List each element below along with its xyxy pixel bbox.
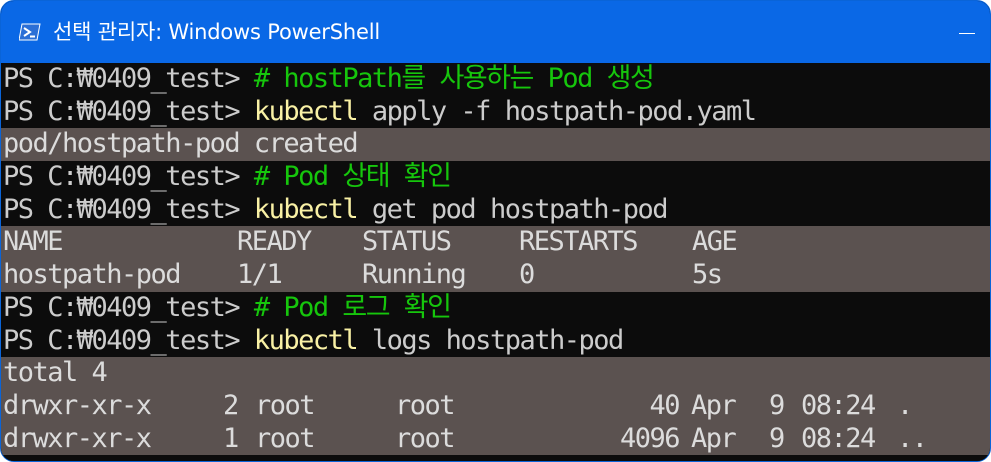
prompt: PS C:₩0409_test> bbox=[3, 161, 254, 193]
console-line-output: pod/hostpath-pod created bbox=[1, 128, 990, 162]
ls-owner: root bbox=[255, 422, 316, 454]
command-name: kubectl bbox=[253, 324, 359, 356]
minimize-icon bbox=[959, 33, 975, 34]
console-line-command: PS C:₩0409_test> kubectl logs hostpath-p… bbox=[1, 325, 990, 358]
ls-group: root bbox=[395, 422, 456, 454]
ls-day: 9 bbox=[769, 422, 785, 454]
minimize-button[interactable] bbox=[954, 23, 980, 43]
powershell-window: 선택 관리자: Windows PowerShell PS C:₩0409_te… bbox=[0, 0, 991, 462]
ls-time: 08:24 bbox=[801, 422, 876, 454]
ls-filename: .. bbox=[897, 422, 928, 454]
pod-name: hostpath-pod bbox=[3, 259, 182, 291]
ls-filename: . bbox=[897, 389, 913, 421]
pod-table-row: hostpath-pod 1/1 Running 0 5s bbox=[1, 259, 990, 292]
column-header-name: NAME bbox=[3, 226, 64, 258]
output-text: pod/hostpath-pod created bbox=[3, 128, 359, 160]
console-line-prompt: PS C:₩0409_test> # Pod 로그 확인 bbox=[1, 292, 990, 325]
command-name: kubectl bbox=[253, 193, 359, 225]
console-line-prompt: PS C:₩0409_test> # hostPath를 사용하는 Pod 생성 bbox=[1, 63, 990, 96]
ls-row: drwxr-xr-x 2 root root 40 Apr 9 08:24 . bbox=[1, 389, 990, 423]
prompt: PS C:₩0409_test> bbox=[3, 291, 254, 323]
comment-text: # hostPath를 사용하는 Pod 생성 bbox=[253, 63, 655, 94]
window-title: 선택 관리자: Windows PowerShell bbox=[53, 20, 380, 44]
ls-month: Apr bbox=[691, 422, 737, 454]
command-args: apply -f hostpath-pod.yaml bbox=[357, 95, 757, 127]
pod-age: 5s bbox=[692, 259, 723, 291]
comment-text: # Pod 로그 확인 bbox=[253, 291, 452, 323]
prompt: PS C:₩0409_test> bbox=[3, 95, 254, 127]
pod-table-header: NAME READY STATUS RESTARTS AGE bbox=[1, 226, 990, 260]
command-name: kubectl bbox=[253, 95, 359, 127]
column-header-ready: READY bbox=[237, 226, 312, 258]
ls-owner: root bbox=[255, 389, 316, 421]
ls-size: 40 bbox=[649, 389, 680, 421]
command-args: get pod hostpath-pod bbox=[357, 193, 669, 225]
ls-perms: drwxr-xr-x bbox=[3, 389, 152, 421]
ls-month: Apr bbox=[691, 389, 737, 421]
column-header-age: AGE bbox=[692, 226, 738, 258]
console-line-command: PS C:₩0409_test> kubectl apply -f hostpa… bbox=[1, 96, 990, 129]
console-area[interactable]: PS C:₩0409_test> # hostPath를 사용하는 Pod 생성… bbox=[1, 63, 990, 461]
comment-text: # Pod 상태 확인 bbox=[253, 161, 452, 193]
ls-size: 4096 bbox=[619, 422, 681, 454]
console-line-command: PS C:₩0409_test> kubectl get pod hostpat… bbox=[1, 194, 990, 227]
title-bar[interactable]: 선택 관리자: Windows PowerShell bbox=[1, 1, 990, 63]
command-args: logs hostpath-pod bbox=[357, 324, 624, 356]
pod-restarts: 0 bbox=[519, 259, 535, 291]
column-header-status: STATUS bbox=[362, 226, 452, 258]
output-text: total 4 bbox=[3, 357, 108, 389]
pod-status: Running bbox=[362, 259, 467, 291]
ls-time: 08:24 bbox=[801, 389, 876, 421]
ls-links: 1 bbox=[223, 422, 239, 454]
powershell-icon bbox=[19, 23, 41, 41]
prompt: PS C:₩0409_test> bbox=[3, 63, 254, 94]
console-line-prompt: PS C:₩0409_test> # Pod 상태 확인 bbox=[1, 161, 990, 194]
prompt: PS C:₩0409_test> bbox=[3, 193, 254, 225]
ls-day: 9 bbox=[769, 389, 785, 421]
prompt: PS C:₩0409_test> bbox=[3, 324, 254, 356]
ls-perms: drwxr-xr-x bbox=[3, 422, 152, 454]
ls-group: root bbox=[395, 389, 456, 421]
ls-links: 2 bbox=[223, 389, 239, 421]
pod-ready: 1/1 bbox=[237, 259, 283, 291]
console-line-output: total 4 bbox=[1, 357, 990, 390]
column-header-restarts: RESTARTS bbox=[519, 226, 639, 258]
ls-row: drwxr-xr-x 1 root root 4096 Apr 9 08:24 … bbox=[1, 422, 990, 456]
